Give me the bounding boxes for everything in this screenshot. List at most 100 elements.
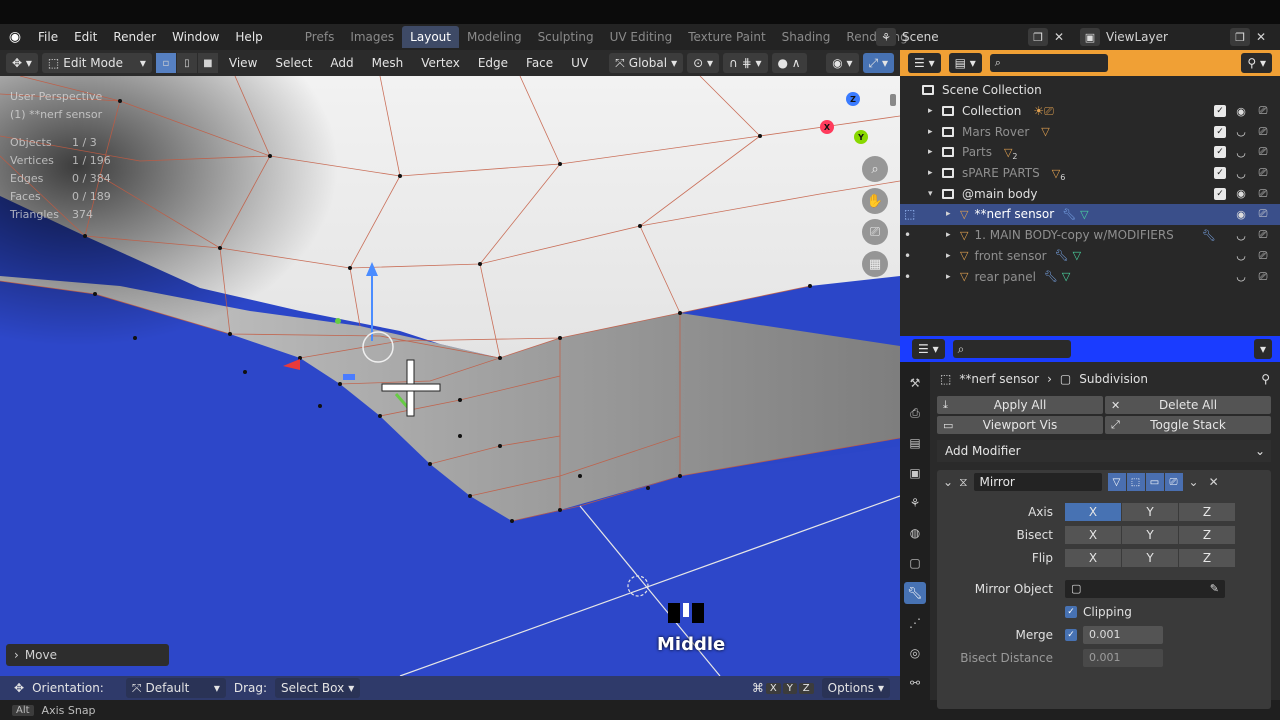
viewport-vis-button[interactable]: ▭ Viewport Vis [937,416,1103,434]
tree-row-collection[interactable]: ▸ Collection ☀⎚ ✓ ◉ ⎚ [900,101,1280,122]
pan-hand-icon[interactable]: ✋ [862,188,888,214]
edit-toggle-dot-icon[interactable]: • [904,228,946,242]
menu-uv[interactable]: UV [564,56,595,70]
expand-arrow-icon[interactable]: ▸ [946,272,960,282]
eye-closed-icon[interactable]: ◡ [1234,270,1248,283]
gizmo-z-axis[interactable]: Z [846,92,860,106]
modifier-name-input[interactable]: Mirror [973,473,1102,491]
camera-icon[interactable]: ⎚ [1256,125,1270,139]
add-modifier-dropdown[interactable]: Add Modifier ⌄ [937,440,1271,462]
camera-icon[interactable]: ⎚ [1256,104,1270,118]
expand-arrow-icon[interactable]: ▸ [946,209,960,219]
expand-arrow-icon[interactable]: ▸ [946,251,960,261]
expand-arrow-icon[interactable]: ▸ [928,147,942,157]
bisect-x-button[interactable]: X [1065,525,1121,544]
camera-icon[interactable]: ⎚ [1256,145,1270,159]
face-select-icon[interactable]: ■ [197,53,218,73]
orientation-settings-dropdown[interactable]: ⤧ Default ▾ [125,678,226,698]
menu-file[interactable]: File [30,24,66,50]
tree-row-mars-rover[interactable]: ▸ Mars Rover ▽ ✓ ◡ ⎚ [900,121,1280,142]
tree-row-scene-collection[interactable]: Scene Collection [900,80,1280,101]
camera-icon[interactable]: ⎚ [1256,249,1270,263]
last-operator-panel[interactable]: › Move [6,644,169,666]
outliner-editor-type-dropdown[interactable]: ☰ ▾ [908,53,941,73]
new-view-layer-icon[interactable]: ❐ [1230,28,1250,46]
edit-mode-icon[interactable]: ⬚ [904,207,946,221]
mirror-object-field[interactable]: ▢ ✎ [1065,579,1225,598]
exclude-checkbox[interactable]: ✓ [1214,146,1226,159]
tree-row-front-sensor[interactable]: • ▸ ▽ front sensor 🔧︎ ▽ ◡ ⎚ [900,246,1280,267]
menu-mesh[interactable]: Mesh [365,56,411,70]
exclude-checkbox[interactable]: ✓ [1214,105,1226,118]
bisect-z-button[interactable]: Z [1179,525,1235,544]
scene-tab-icon[interactable]: ⚘ [904,492,926,514]
menu-vertex[interactable]: Vertex [414,56,467,70]
scene-selector[interactable]: ⚘ Scene ❐ ✕ [876,24,1064,50]
mesh-data-icon[interactable]: ▽ [1080,208,1088,221]
snap-toggle[interactable]: ∩ ⋕ ▾ [723,53,768,73]
tool-tab-icon[interactable]: ⚒ [904,372,926,394]
zoom-icon[interactable]: ⌕ [862,156,888,182]
properties-editor-type-dropdown[interactable]: ☰ ▾ [912,339,945,359]
menu-view[interactable]: View [222,56,264,70]
overlay-visibility-dropdown[interactable]: ◉ ▾ [826,53,859,73]
camera-view-icon[interactable]: ⎚ [862,219,888,245]
world-tab-icon[interactable]: ◍ [904,522,926,544]
eyedropper-icon[interactable]: ✎ [1210,582,1219,595]
flip-x-button[interactable]: X [1065,548,1121,567]
tab-images[interactable]: Images [342,26,402,48]
merge-distance-field[interactable]: 0.001 [1083,625,1163,644]
collapse-arrow-icon[interactable]: ▾ [928,189,942,199]
close-view-layer-icon[interactable]: ✕ [1256,30,1266,44]
eye-closed-icon[interactable]: ◡ [1234,146,1248,159]
mesh-data-icon[interactable]: ▽ [1073,249,1081,262]
flip-z-button[interactable]: Z [1179,548,1235,567]
toggle-stack-button[interactable]: ⤢ Toggle Stack [1105,416,1271,434]
orientation-dropdown[interactable]: ⤧ Global ▾ [609,53,684,73]
display-mode-dropdown[interactable]: ▤ ▾ [948,53,982,73]
camera-icon[interactable]: ⎚ [1256,166,1270,180]
scene-name[interactable]: Scene [902,30,1022,44]
chevron-down-icon[interactable]: ⌄ [1189,475,1199,489]
tab-modeling[interactable]: Modeling [459,26,530,48]
filter-dropdown[interactable]: ⚲ ▾ [1241,53,1272,73]
menu-face[interactable]: Face [519,56,560,70]
properties-search-input[interactable]: ⌕ [952,340,1071,358]
modifier-wrench-icon[interactable]: 🔧︎ [1055,249,1069,262]
mode-dropdown[interactable]: ⬚ Edit Mode ▾ [41,53,152,73]
modifier-tab-icon[interactable]: 🔧︎ [904,582,926,604]
eye-closed-icon[interactable]: ◡ [1234,167,1248,180]
render-tab-icon[interactable]: ⎙ [904,402,926,424]
exclude-checkbox[interactable]: ✓ [1214,167,1226,180]
axis-y-button[interactable]: Y [1122,502,1178,521]
expand-arrow-icon[interactable]: ▸ [946,230,960,240]
tree-row-spare-parts[interactable]: ▸ sPARE PARTS ▽ 6 ✓ ◡ ⎚ [900,163,1280,184]
tab-layout[interactable]: Layout [402,26,459,48]
eye-icon[interactable]: ◉ [1234,105,1248,118]
view-layer-selector[interactable]: ▣ ViewLayer ❐ ✕ [1080,24,1266,50]
axis-z-button[interactable]: Z [1179,502,1235,521]
close-icon[interactable]: ✕ [1209,475,1219,489]
eye-closed-icon[interactable]: ◡ [1234,249,1248,262]
menu-render[interactable]: Render [105,24,164,50]
properties-options-dropdown[interactable]: ▾ [1253,339,1272,359]
camera-icon[interactable]: ⎚ [1256,228,1270,242]
camera-icon[interactable]: ⎚ [1256,207,1270,221]
mesh-data-icon[interactable]: ▽ [1062,270,1070,283]
bisect-distance-field[interactable]: 0.001 [1083,648,1163,667]
proportional-edit-toggle[interactable]: ● ∧ [771,53,807,73]
menu-select[interactable]: Select [268,56,319,70]
eye-closed-icon[interactable]: ◡ [1234,229,1248,242]
modifier-wrench-icon[interactable]: 🔧︎ [1044,270,1058,283]
menu-window[interactable]: Window [164,24,227,50]
tab-uv-editing[interactable]: UV Editing [602,26,681,48]
tab-prefs[interactable]: Prefs [297,26,343,48]
edit-cage-icon[interactable]: ▽ [1107,473,1126,491]
output-tab-icon[interactable]: ▤ [904,432,926,454]
bisect-y-button[interactable]: Y [1122,525,1178,544]
expand-arrow-icon[interactable]: ▸ [928,106,942,116]
viewport-scrollbar[interactable] [890,94,896,106]
view-layer-name[interactable]: ViewLayer [1106,30,1224,44]
viewport-toggle-icon[interactable]: ▭ [1145,473,1164,491]
apply-all-button[interactable]: ⤓ Apply All [937,396,1103,414]
